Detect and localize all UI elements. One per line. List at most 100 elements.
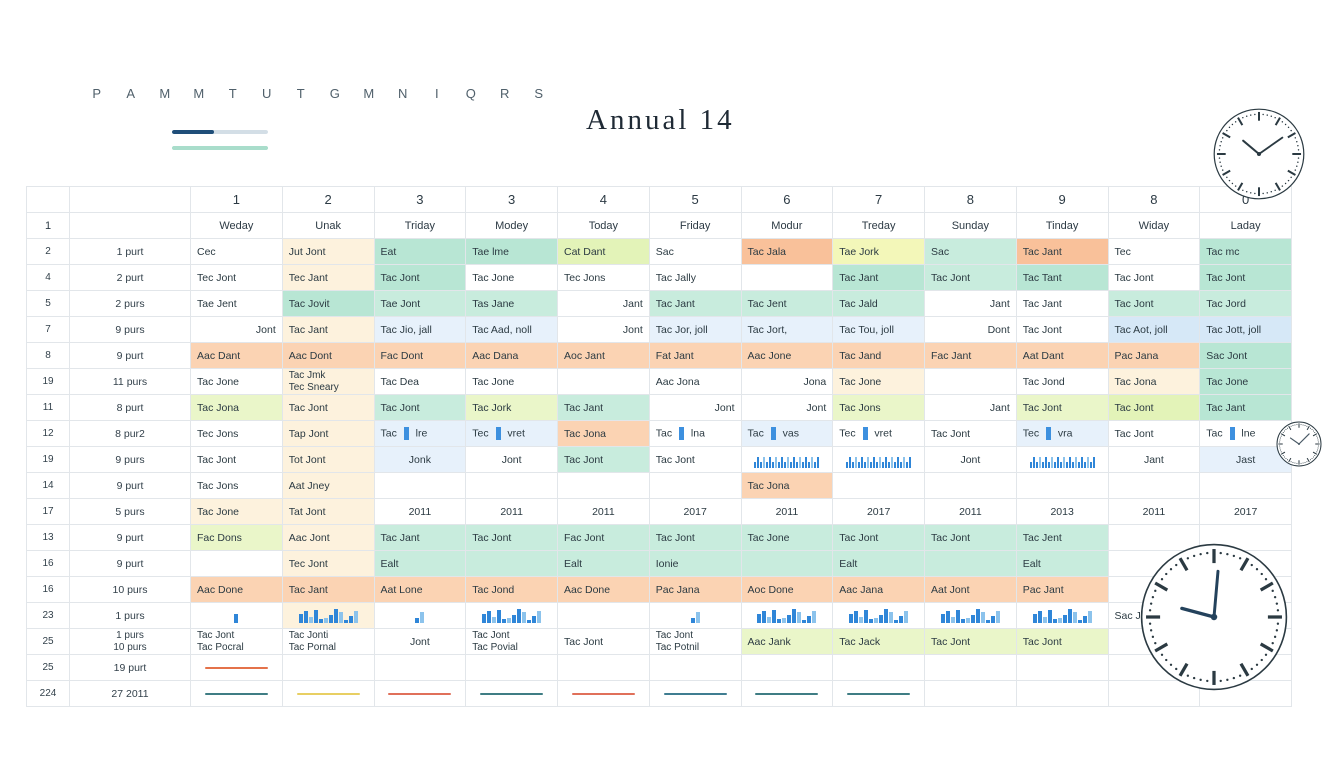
table-cell[interactable]: 2011: [1107, 498, 1201, 525]
table-cell[interactable]: Sac Jont: [1199, 342, 1292, 369]
table-cell[interactable]: Tac Aad, noll: [465, 316, 558, 343]
table-cell[interactable]: Ealt: [832, 550, 925, 577]
table-cell[interactable]: Tac Jont: [1107, 420, 1201, 447]
table-cell[interactable]: [832, 472, 925, 499]
table-cell[interactable]: Jont: [648, 394, 742, 421]
table-cell[interactable]: [740, 264, 834, 291]
table-cell[interactable]: 2011: [557, 498, 650, 525]
table-cell[interactable]: Sac: [924, 238, 1017, 265]
table-cell[interactable]: [465, 654, 558, 681]
table-cell[interactable]: Tec Jons: [557, 264, 650, 291]
table-cell[interactable]: Tac Jant: [373, 524, 467, 551]
table-cell[interactable]: [1015, 446, 1109, 473]
table-cell[interactable]: Jont: [740, 394, 834, 421]
table-cell[interactable]: Fac Jant: [924, 342, 1017, 369]
table-cell[interactable]: Aoc Jant: [557, 342, 650, 369]
table-cell[interactable]: Tac Jont: [1107, 394, 1201, 421]
table-cell[interactable]: Tec Jont: [281, 550, 375, 577]
table-cell[interactable]: Tae lme: [465, 238, 558, 265]
table-cell[interactable]: Tac Jone: [465, 368, 558, 395]
table-cell[interactable]: Tac Jald: [832, 290, 925, 317]
table-cell[interactable]: Tac Jont: [1107, 264, 1201, 291]
table-cell[interactable]: Tec vret: [832, 420, 925, 447]
table-cell[interactable]: Tac Jont: [557, 446, 650, 473]
table-cell[interactable]: Pac Jant: [1015, 576, 1109, 603]
table-cell[interactable]: [648, 680, 742, 707]
table-cell[interactable]: Tac Jont: [373, 264, 467, 291]
table-cell[interactable]: [373, 654, 467, 681]
table-cell[interactable]: Tac Jont: [832, 524, 925, 551]
table-cell[interactable]: Tac Jant: [281, 576, 375, 603]
table-cell[interactable]: Tac Jort,: [740, 316, 834, 343]
table-cell[interactable]: Tac Jond: [465, 576, 558, 603]
table-cell[interactable]: Tac mc: [1199, 238, 1292, 265]
table-cell[interactable]: [1015, 654, 1109, 681]
table-cell[interactable]: Tac Jord: [1199, 290, 1292, 317]
table-cell[interactable]: [465, 680, 558, 707]
table-cell[interactable]: Aac Jona: [648, 368, 742, 395]
table-cell[interactable]: 2011: [465, 498, 558, 525]
table-cell[interactable]: [373, 680, 467, 707]
table-cell[interactable]: Tac Jont: [924, 628, 1017, 655]
table-cell[interactable]: Jut Jont: [281, 238, 375, 265]
table-cell[interactable]: Tac Jala: [740, 238, 834, 265]
table-cell[interactable]: Fac Jont: [557, 524, 650, 551]
table-cell[interactable]: Aat Lone: [373, 576, 467, 603]
table-cell[interactable]: Tac Jally: [648, 264, 742, 291]
table-cell[interactable]: Tec Jons: [190, 420, 283, 447]
table-cell[interactable]: Ealt: [1015, 550, 1109, 577]
table-cell[interactable]: Tec: [1107, 238, 1201, 265]
table-cell[interactable]: Jont: [373, 628, 467, 655]
table-cell[interactable]: [190, 602, 283, 629]
table-cell[interactable]: Tac Jmk Tec Sneary: [281, 368, 375, 395]
table-cell[interactable]: Tac Jona: [740, 472, 834, 499]
table-cell[interactable]: Jona: [740, 368, 834, 395]
table-cell[interactable]: [924, 550, 1017, 577]
table-cell[interactable]: Tec vret: [465, 420, 558, 447]
table-cell[interactable]: Tac Jant: [1015, 290, 1109, 317]
table-cell[interactable]: [832, 446, 925, 473]
table-cell[interactable]: Tae Jork: [832, 238, 925, 265]
table-cell[interactable]: Tac Jio, jall: [373, 316, 467, 343]
table-cell[interactable]: [1107, 472, 1201, 499]
table-cell[interactable]: Tac Aot, joll: [1107, 316, 1201, 343]
table-cell[interactable]: [557, 654, 650, 681]
table-cell[interactable]: Eat: [373, 238, 467, 265]
table-cell[interactable]: Fac Dons: [190, 524, 283, 551]
table-cell[interactable]: Aat Dant: [1015, 342, 1109, 369]
table-cell[interactable]: 2011: [924, 498, 1017, 525]
table-cell[interactable]: [924, 472, 1017, 499]
table-cell[interactable]: Tac Jant: [648, 290, 742, 317]
table-cell[interactable]: Tec vra: [1015, 420, 1109, 447]
table-cell[interactable]: Jant: [557, 290, 650, 317]
table-cell[interactable]: [281, 654, 375, 681]
table-cell[interactable]: Tac Jack: [832, 628, 925, 655]
table-cell[interactable]: [832, 654, 925, 681]
table-cell[interactable]: [924, 654, 1017, 681]
table-cell[interactable]: Jant: [924, 290, 1017, 317]
table-cell[interactable]: Aac Jone: [740, 342, 834, 369]
table-cell[interactable]: Cec: [190, 238, 283, 265]
table-cell[interactable]: Tac Jant: [281, 316, 375, 343]
table-cell[interactable]: [648, 472, 742, 499]
table-cell[interactable]: 2011: [740, 498, 834, 525]
table-cell[interactable]: Tac Jona: [190, 394, 283, 421]
table-cell[interactable]: Aac Done: [557, 576, 650, 603]
table-cell[interactable]: [740, 550, 834, 577]
table-cell[interactable]: Tac Jont Tac Povial: [465, 628, 558, 655]
table-cell[interactable]: [1199, 472, 1292, 499]
table-cell[interactable]: [832, 602, 925, 629]
table-cell[interactable]: Tac Jent: [1015, 524, 1109, 551]
table-cell[interactable]: Ealt: [557, 550, 650, 577]
table-cell[interactable]: Tac Jont: [924, 420, 1017, 447]
table-cell[interactable]: Tac Jott, joll: [1199, 316, 1292, 343]
table-cell[interactable]: Tac Jond: [1015, 368, 1109, 395]
table-cell[interactable]: Fat Jant: [648, 342, 742, 369]
table-cell[interactable]: Tac lna: [648, 420, 742, 447]
table-cell[interactable]: [557, 472, 650, 499]
table-cell[interactable]: [648, 602, 742, 629]
table-cell[interactable]: [557, 680, 650, 707]
table-cell[interactable]: [1015, 680, 1109, 707]
table-cell[interactable]: Jont: [190, 316, 283, 343]
table-cell[interactable]: [832, 680, 925, 707]
